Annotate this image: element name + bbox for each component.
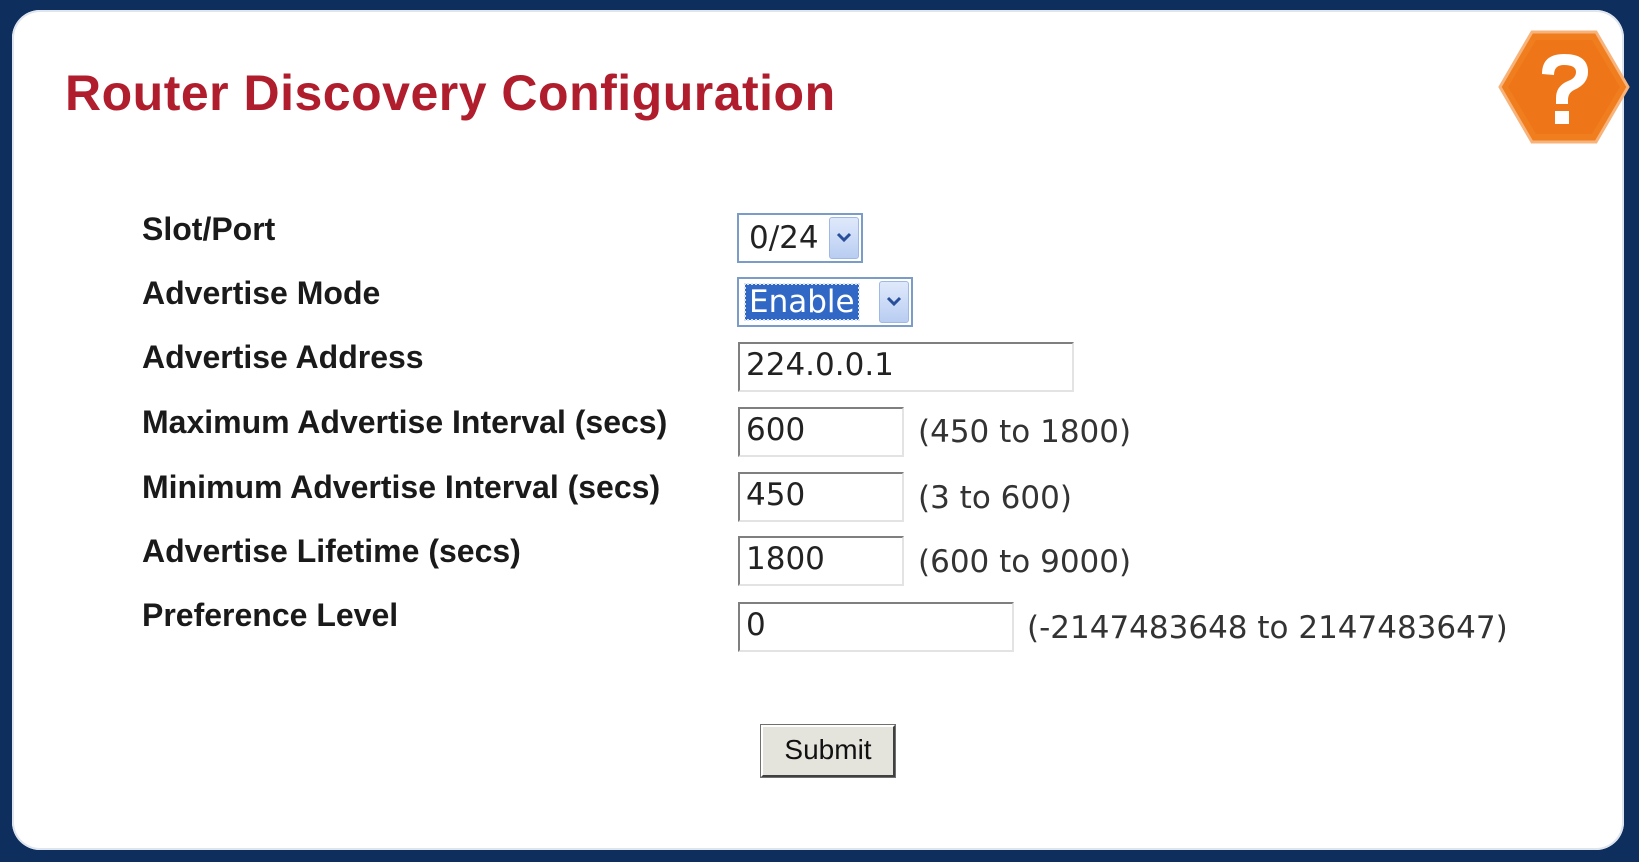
min-interval-input[interactable]: 450 — [738, 472, 904, 522]
slot-port-select[interactable]: 0/24 — [737, 213, 863, 263]
page-title: Router Discovery Configuration — [65, 65, 836, 121]
preference-level-range: (-2147483648 to 2147483647) — [1027, 610, 1508, 646]
min-interval-range: (3 to 600) — [918, 480, 1072, 516]
slot-port-value: 0/24 — [749, 220, 819, 256]
config-panel: Router Discovery Configuration Slot/Port… — [12, 10, 1630, 850]
slot-port-dropdown-button[interactable] — [829, 217, 859, 259]
submit-button[interactable]: Submit — [761, 725, 895, 777]
chevron-down-icon — [836, 232, 852, 243]
help-button[interactable] — [1498, 28, 1630, 146]
advertise-address-label: Advertise Address — [142, 339, 424, 375]
advertise-mode-dropdown-button[interactable] — [879, 281, 909, 323]
lifetime-input[interactable]: 1800 — [738, 536, 904, 586]
advertise-mode-label: Advertise Mode — [142, 275, 381, 311]
min-interval-label: Minimum Advertise Interval (secs) — [142, 469, 661, 505]
help-question-icon — [1498, 30, 1630, 144]
max-interval-input[interactable]: 600 — [738, 407, 904, 457]
max-interval-range: (450 to 1800) — [918, 414, 1132, 450]
chevron-down-icon — [886, 296, 902, 307]
slot-port-label: Slot/Port — [142, 211, 276, 247]
lifetime-range: (600 to 9000) — [918, 544, 1132, 580]
lifetime-label: Advertise Lifetime (secs) — [142, 533, 521, 569]
advertise-mode-select[interactable]: Enable — [737, 277, 913, 327]
preference-level-label: Preference Level — [142, 597, 399, 633]
advertise-mode-value: Enable — [744, 283, 860, 321]
advertise-address-input[interactable]: 224.0.0.1 — [738, 342, 1074, 392]
preference-level-input[interactable]: 0 — [738, 602, 1014, 652]
max-interval-label: Maximum Advertise Interval (secs) — [142, 404, 668, 440]
